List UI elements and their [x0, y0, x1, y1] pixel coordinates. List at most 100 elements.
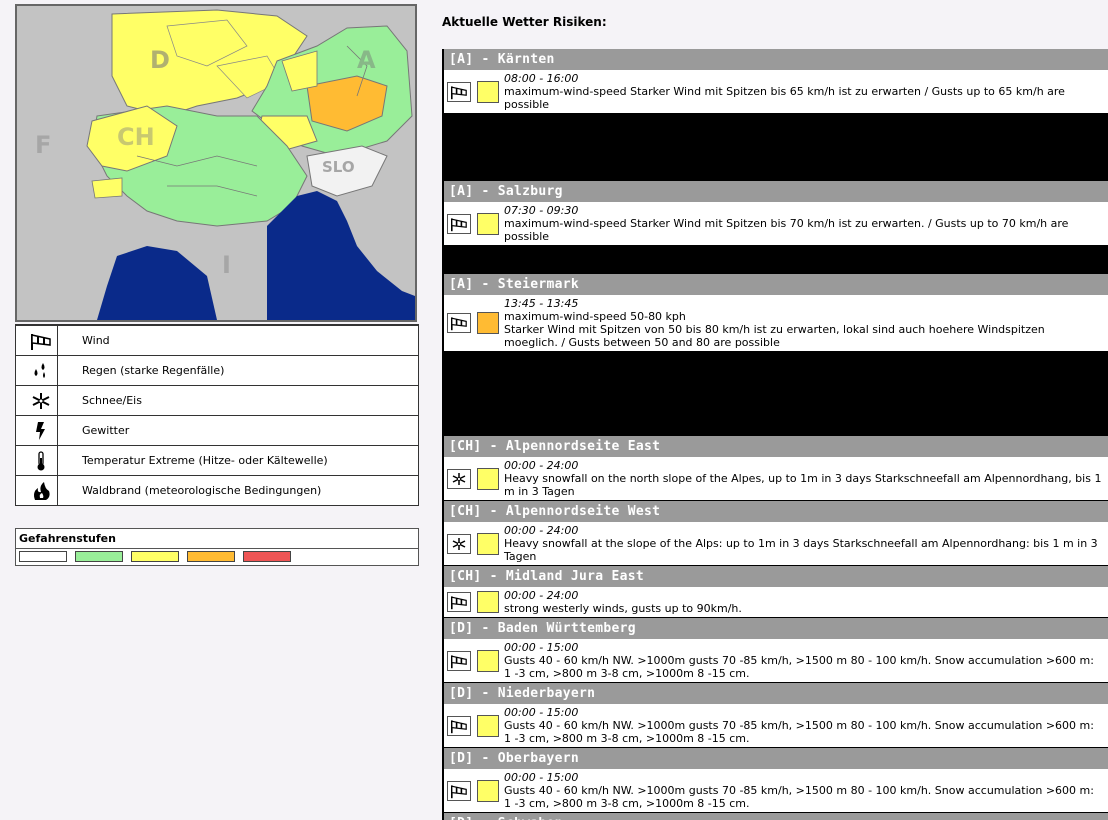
risk-time: 00:00 - 24:00 — [504, 459, 579, 472]
risk-text: 00:00 - 15:00 Gusts 40 - 60 km/h NW. >100… — [504, 769, 1108, 812]
risk-text: 00:00 - 24:00 Heavy snowfall at the slope… — [504, 522, 1108, 565]
risk-level-indicator — [477, 649, 499, 672]
risk-time: 00:00 - 15:00 — [504, 641, 579, 654]
risk-level-indicator — [477, 80, 499, 103]
legend-label: Gewitter — [82, 424, 130, 437]
risk-entry: 00:00 - 15:00 Gusts 40 - 60 km/h NW. >100… — [444, 769, 1108, 813]
risk-description: Gusts 40 - 60 km/h NW. >1000m gusts 70 -… — [504, 719, 1094, 745]
windsock-icon — [447, 313, 471, 333]
region-header: [A] - Steiermark — [444, 274, 1108, 295]
map-label-germany: D — [150, 46, 170, 74]
risk-description: Heavy snowfall at the slope of the Alps:… — [504, 537, 1098, 563]
forest-fire-icon — [24, 476, 58, 505]
snowflake-icon — [24, 386, 58, 415]
risk-entry: 00:00 - 24:00 Heavy snowfall at the slope… — [444, 522, 1108, 566]
map-label-switzerland: CH — [117, 123, 155, 151]
risk-time: 00:00 - 24:00 — [504, 524, 579, 537]
risk-text: 08:00 - 16:00 maximum-wind-speed Starker … — [504, 70, 1108, 113]
risk-level-indicator — [477, 212, 499, 235]
thermometer-icon — [24, 446, 58, 475]
risk-time: 00:00 - 24:00 — [504, 589, 579, 602]
legend-label: Wind — [82, 334, 110, 347]
windsock-icon — [447, 650, 471, 671]
risk-level-indicator — [477, 532, 499, 555]
windsock-icon — [24, 326, 58, 355]
legend-row-wind: Wind — [16, 326, 418, 356]
risk-entry: 00:00 - 24:00 strong westerly winds, gust… — [444, 587, 1108, 618]
risk-map[interactable]: D A F CH SLO I — [15, 4, 417, 322]
risk-time: 00:00 - 15:00 — [504, 771, 579, 784]
snowflake-icon — [447, 533, 471, 554]
legend-row-temperature: Temperatur Extreme (Hitze- oder Kältewel… — [16, 446, 418, 476]
risk-level-indicator — [477, 779, 499, 802]
region-header: [D] - Niederbayern — [444, 683, 1108, 704]
risk-level-indicator — [477, 312, 499, 334]
risk-description: maximum-wind-speed Starker Wind mit Spit… — [504, 85, 1065, 111]
region-header: [D] - Oberbayern — [444, 748, 1108, 769]
risk-entry: 00:00 - 15:00 Gusts 40 - 60 km/h NW. >100… — [444, 639, 1108, 683]
windsock-icon — [447, 213, 471, 234]
risk-list[interactable]: [A] - Kärnten 08:00 - 16:00 maximum-wind-s… — [442, 49, 1108, 820]
risk-text: 00:00 - 15:00 Gusts 40 - 60 km/h NW. >100… — [504, 639, 1108, 682]
region-header: [D] - Schwaben — [444, 813, 1108, 820]
map-label-france: F — [35, 131, 52, 159]
risk-time: 07:30 - 09:30 — [504, 204, 579, 217]
risk-description: Starker Wind mit Spitzen von 50 bis 80 k… — [504, 323, 1045, 349]
risk-entry: 13:45 - 13:45 maximum-wind-speed 50-80 kp… — [444, 295, 1108, 352]
map-label-slovenia: SLO — [322, 158, 355, 176]
risk-entry: 00:00 - 15:00 Gusts 40 - 60 km/h NW. >100… — [444, 704, 1108, 748]
legend-label: Waldbrand (meteorologische Bedingungen) — [82, 484, 322, 497]
map-label-italy: I — [222, 251, 231, 279]
windsock-icon — [447, 81, 471, 102]
risk-description: maximum-wind-speed 50-80 kph — [504, 310, 686, 323]
legend-label: Regen (starke Regenfälle) — [82, 364, 225, 377]
danger-level-swatch — [187, 551, 235, 562]
legend-label: Temperatur Extreme (Hitze- oder Kältewel… — [82, 454, 328, 467]
risk-description: strong westerly winds, gusts up to 90km/… — [504, 602, 742, 615]
rain-icon — [24, 356, 58, 385]
risk-description: maximum-wind-speed Starker Wind mit Spit… — [504, 217, 1069, 243]
risk-entry: 00:00 - 24:00 Heavy snowfall on the north… — [444, 457, 1108, 501]
legend-row-rain: Regen (starke Regenfälle) — [16, 356, 418, 386]
risk-level-indicator — [477, 591, 499, 613]
danger-level-swatches — [16, 549, 418, 562]
risk-description: Heavy snowfall on the north slope of the… — [504, 472, 1102, 498]
windsock-icon — [447, 780, 471, 801]
risk-text: 13:45 - 13:45 maximum-wind-speed 50-80 kp… — [504, 295, 1108, 351]
lightning-icon — [24, 416, 58, 445]
danger-levels: Gefahrenstufen — [15, 528, 419, 566]
danger-levels-title: Gefahrenstufen — [16, 529, 418, 549]
region-header: [D] - Baden Württemberg — [444, 618, 1108, 639]
legend-row-forest-fire: Waldbrand (meteorologische Bedingungen) — [16, 476, 418, 505]
risk-text: 07:30 - 09:30 maximum-wind-speed Starker … — [504, 202, 1108, 245]
spacer — [444, 352, 1108, 436]
risk-level-indicator — [477, 467, 499, 490]
map-label-austria: A — [357, 46, 376, 74]
region-header: [A] - Salzburg — [444, 181, 1108, 202]
risk-entry: 08:00 - 16:00 maximum-wind-speed Starker … — [444, 70, 1108, 114]
danger-level-swatch — [131, 551, 179, 562]
risk-time: 00:00 - 15:00 — [504, 706, 579, 719]
danger-level-swatch — [75, 551, 123, 562]
region-header: [CH] - Alpennordseite East — [444, 436, 1108, 457]
risk-level-indicator — [477, 714, 499, 737]
risk-description: Gusts 40 - 60 km/h NW. >1000m gusts 70 -… — [504, 784, 1094, 810]
legend-row-thunderstorm: Gewitter — [16, 416, 418, 446]
spacer — [444, 246, 1108, 274]
windsock-icon — [447, 715, 471, 736]
snowflake-icon — [447, 468, 471, 489]
region-header: [CH] - Midland Jura East — [444, 566, 1108, 587]
risk-text: 00:00 - 15:00 Gusts 40 - 60 km/h NW. >100… — [504, 704, 1108, 747]
risk-time: 08:00 - 16:00 — [504, 72, 579, 85]
danger-level-swatch — [243, 551, 291, 562]
region-header: [A] - Kärnten — [444, 49, 1108, 70]
spacer — [444, 114, 1108, 181]
risks-title: Aktuelle Wetter Risiken: — [442, 15, 607, 29]
legend-label: Schnee/Eis — [82, 394, 142, 407]
risk-text: 00:00 - 24:00 Heavy snowfall on the north… — [504, 457, 1108, 500]
risk-text: 00:00 - 24:00 strong westerly winds, gust… — [504, 587, 1108, 617]
risk-time: 13:45 - 13:45 — [504, 297, 579, 310]
danger-level-swatch — [19, 551, 67, 562]
region-header: [CH] - Alpennordseite West — [444, 501, 1108, 522]
hazard-legend: Wind Regen (starke Regenfälle) Schnee/Ei… — [15, 324, 419, 506]
